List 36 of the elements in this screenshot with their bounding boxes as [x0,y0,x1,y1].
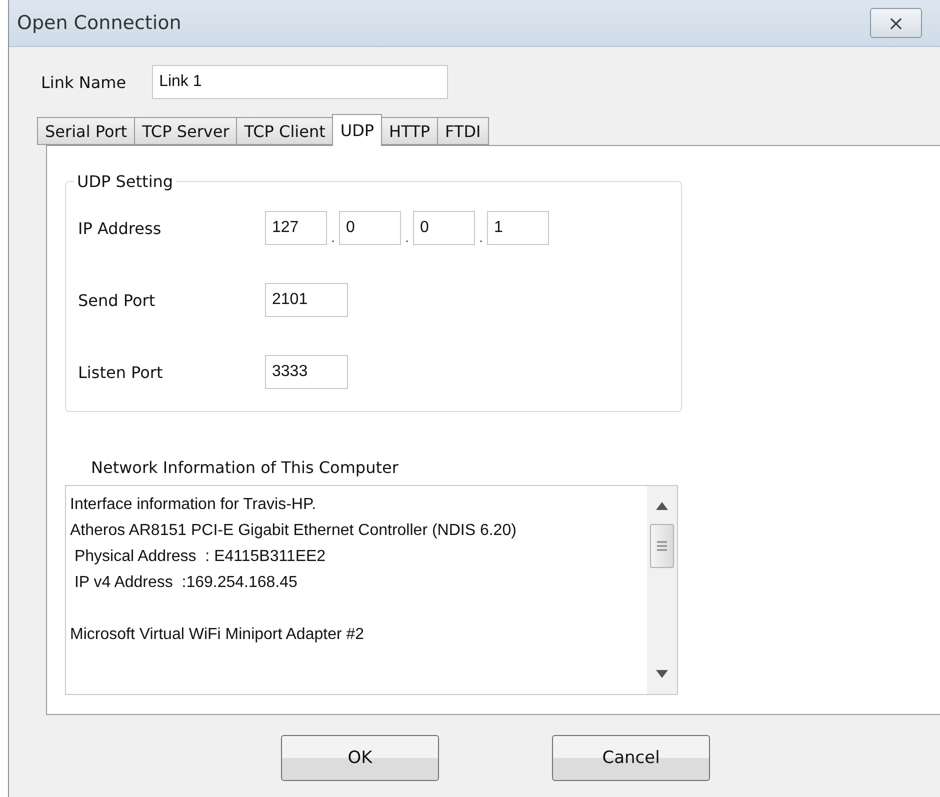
ok-button[interactable]: OK [281,735,439,781]
ip-octet-field[interactable]: 127 [265,211,327,245]
tab[interactable]: UDP [332,114,382,146]
send-port-field[interactable]: 2101 [265,283,348,317]
info-line: Atheros AR8151 PCI-E Gigabit Ethernet Controller (NDIS 6.20) [70,521,518,541]
listen-port-field[interactable]: 3333 [265,355,348,389]
tab[interactable]: Serial Port [37,117,136,145]
scrollbar[interactable] [647,486,677,694]
network-info-box[interactable] [65,485,678,695]
close-button[interactable]: ⨯ [870,8,922,38]
network-info-label: Network Information of This Computer [91,458,400,477]
group-title: UDP Setting [76,172,174,191]
ip-octet-field[interactable]: 0 [339,211,401,245]
tab[interactable]: TCP Client [236,117,334,145]
cancel-button[interactable]: Cancel [552,735,710,781]
scroll-up-icon[interactable] [656,502,668,510]
link-name-label: Link Name [41,72,126,92]
ip-separator: . [478,231,484,245]
ip-address-label: IP Address [78,218,162,238]
listen-port-label: Listen Port [78,362,164,382]
ip-octet-field[interactable]: 1 [487,211,549,245]
scroll-thumb[interactable] [650,524,674,568]
tab[interactable]: HTTP [381,117,438,145]
link-name-field[interactable]: Link 1 [152,65,448,99]
ip-separator: . [330,231,336,245]
info-line: Interface information for Travis-HP. [70,495,318,515]
ip-separator: . [404,231,410,245]
tab[interactable]: TCP Server [134,117,238,145]
ip-octet-field[interactable]: 0 [413,211,475,245]
info-line: Microsoft Virtual WiFi Miniport Adapter #2 [70,625,366,645]
info-line: IP v4 Address :169.254.168.45 [73,573,298,593]
tab[interactable]: FTDI [437,117,489,145]
window-title: Open Connection [16,12,182,34]
scroll-down-icon[interactable] [656,670,668,678]
info-line: Physical Address : E4115B311EE2 [73,547,327,567]
send-port-label: Send Port [78,290,156,310]
